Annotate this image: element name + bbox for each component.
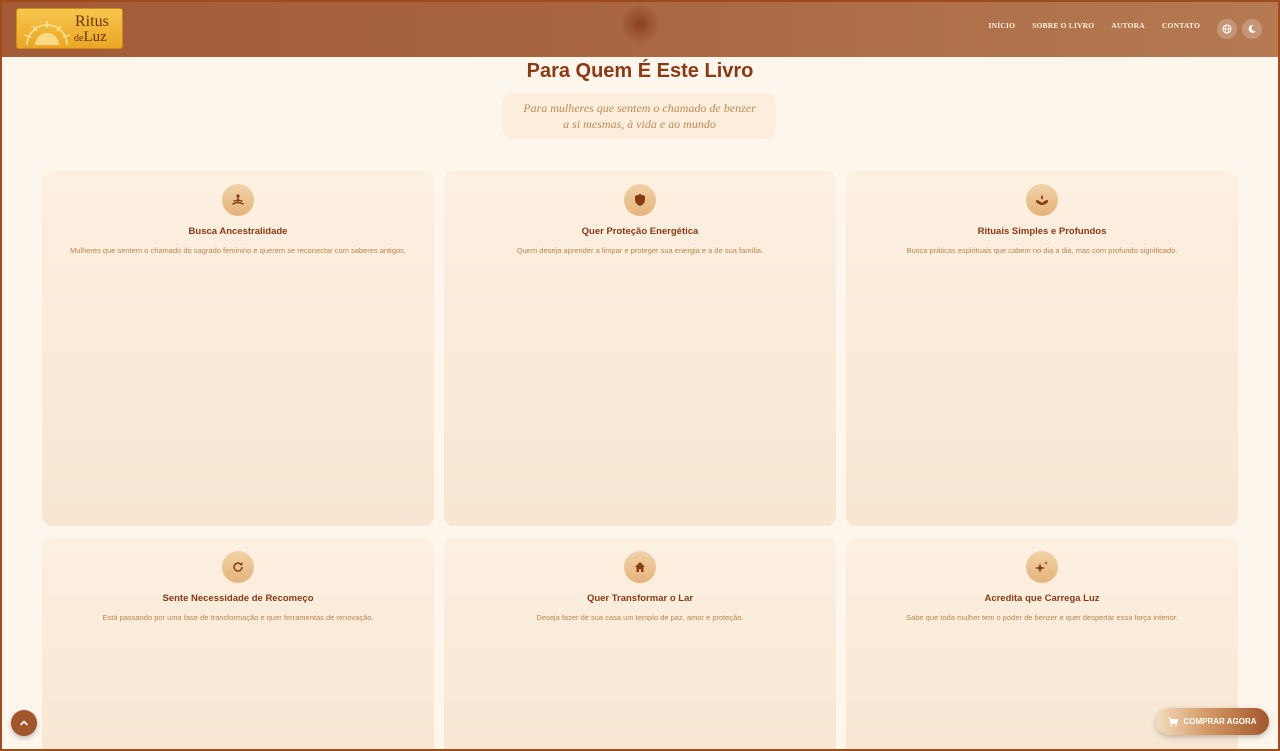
theme-toggle-button[interactable] [1242, 19, 1262, 39]
audience-card: Rituais Simples e Profundos Busca prátic… [846, 171, 1238, 526]
scroll-to-top-button[interactable] [11, 710, 37, 736]
audience-card: Quer Proteção Energética Quem deseja apr… [444, 171, 836, 526]
card-title: Busca Ancestralidade [188, 226, 288, 237]
card-title: Quer Transformar o Lar [586, 593, 694, 604]
card-title: Quer Proteção Energética [581, 226, 699, 237]
audience-card: Sente Necessidade de Recomeço Está passa… [42, 538, 434, 751]
buy-now-label: COMPRAR AGORA [1183, 717, 1257, 726]
section-subtitle: Para mulheres que sentem o chamado de be… [503, 93, 776, 139]
chevron-up-icon [20, 720, 28, 726]
nav-sobre-o-livro[interactable]: SOBRE O LIVRO [1032, 21, 1094, 30]
card-title: Rituais Simples e Profundos [977, 226, 1107, 237]
site-header: Ritus deLuz INÍCIO SOBRE O LIVRO AUTORA … [0, 0, 1280, 57]
logo-text-luz: deLuz [74, 29, 107, 47]
sun-icon [23, 21, 71, 46]
audience-card: Busca Ancestralidade Mulheres que sentem… [42, 171, 434, 526]
main-nav: INÍCIO SOBRE O LIVRO AUTORA CONTATO [989, 21, 1200, 30]
sparkles-icon [1026, 551, 1058, 583]
nav-autora[interactable]: AUTORA [1111, 21, 1145, 30]
logo-text-luz-word: Luz [83, 29, 107, 45]
audience-card: Quer Transformar o Lar Deseja fazer de s… [444, 538, 836, 751]
card-description: Busca práticas espirituais que cabem no … [906, 246, 1178, 255]
section-title: Para Quem É Este Livro [526, 60, 754, 82]
card-description: Deseja fazer de sua casa um templo de pa… [536, 613, 744, 622]
cart-icon [1168, 716, 1179, 726]
logo-text-ritus: Ritus [75, 13, 109, 30]
language-button[interactable] [1217, 19, 1237, 39]
card-description: Está passando por uma fase de transforma… [102, 613, 374, 622]
subtitle-line-1: Para mulheres que sentem o chamado de be… [523, 101, 756, 115]
home-icon [624, 551, 656, 583]
meditation-icon [222, 184, 254, 216]
card-description: Sabe que toda mulher tem o poder de benz… [906, 613, 1178, 622]
buy-now-button[interactable]: COMPRAR AGORA [1156, 708, 1269, 735]
logo[interactable]: Ritus deLuz [16, 8, 123, 49]
nav-contato[interactable]: CONTATO [1162, 21, 1200, 30]
nav-inicio[interactable]: INÍCIO [989, 21, 1016, 30]
card-description: Mulheres que sentem o chamado do sagrado… [69, 246, 407, 255]
globe-icon [1222, 24, 1232, 34]
subtitle-line-2: a si mesmas, à vida e ao mundo [563, 117, 716, 131]
card-title: Acredita que Carrega Luz [984, 593, 1100, 604]
card-description: Quem deseja aprender a limpar e proteger… [516, 246, 764, 255]
moon-icon [1248, 24, 1256, 33]
refresh-icon [222, 551, 254, 583]
hand-plant-icon [1026, 184, 1058, 216]
card-title: Sente Necessidade de Recomeço [162, 593, 314, 604]
shield-icon [624, 184, 656, 216]
